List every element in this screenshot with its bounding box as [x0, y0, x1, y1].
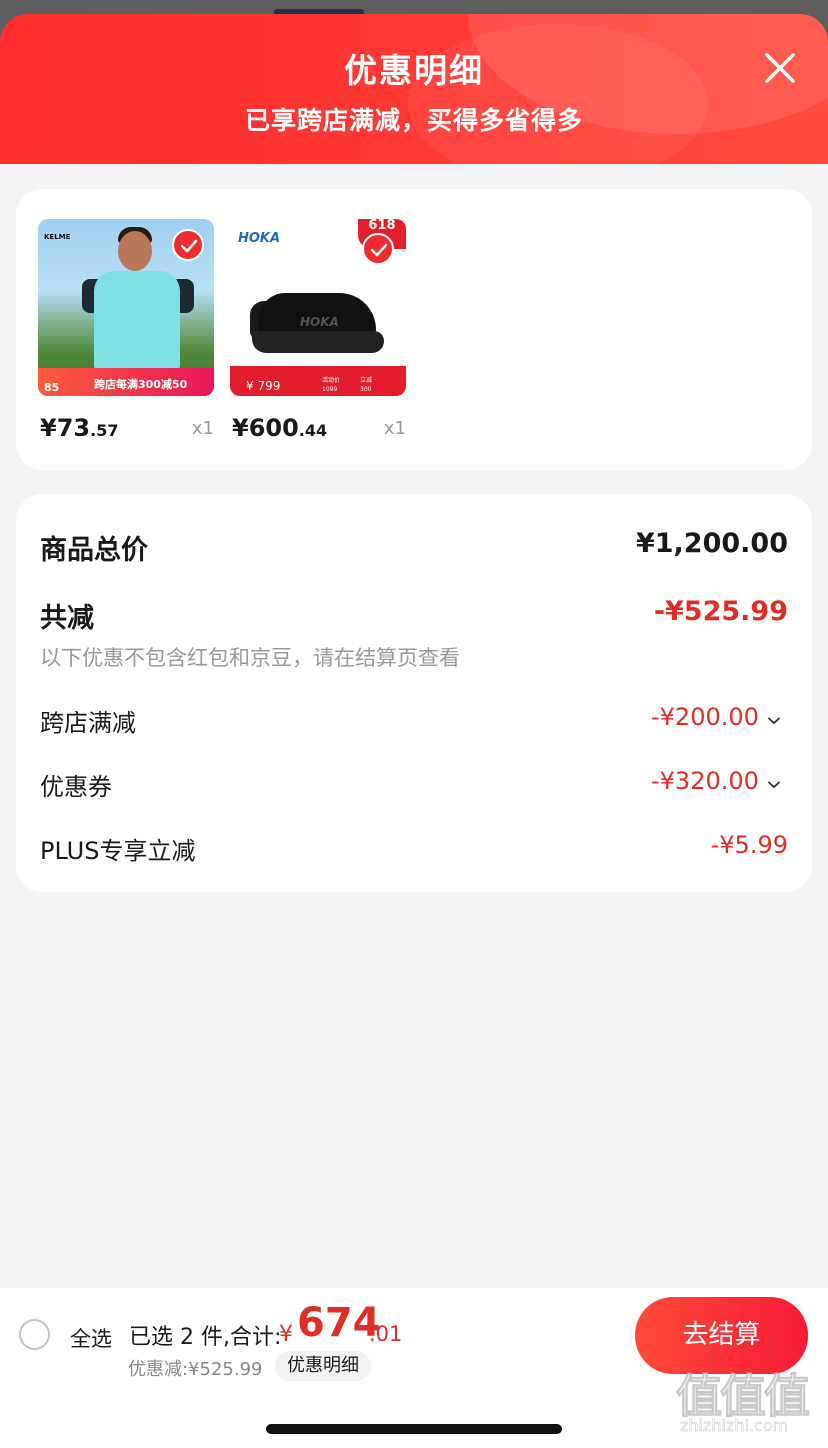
reduction-note: 以下优惠不包含红包和京豆，请在结算页查看 [40, 646, 460, 670]
watermark: 值值值 zhizhizhi.com [676, 1360, 824, 1446]
discount-value: -¥5.99 [710, 831, 788, 859]
promo-mini-value: 300 [360, 386, 372, 393]
product-thumbnail[interactable]: HOKA HOKA ¥ 799 活动价 1099 立减 300 618 [230, 219, 406, 396]
total-currency-symbol: ¥ [279, 1322, 293, 1347]
product-price-row: ¥73.57 x1 [38, 406, 214, 448]
chevron-down-icon[interactable] [768, 781, 780, 789]
promo-mini-label: 立减 [360, 377, 373, 384]
selected-check-icon[interactable] [362, 233, 394, 265]
watermark-url: zhizhizhi.com [680, 1416, 789, 1435]
total-amount-decimal: .01 [369, 1322, 403, 1346]
promo-price: ¥ 799 [246, 379, 281, 393]
total-reduction-value: -¥525.99 [653, 596, 788, 627]
selected-count-text: 已选 2 件,合计: [129, 1325, 282, 1350]
selected-products-card: KELME 85 跨店每满300减50 ¥73.57 x1 HOKA HOKA [16, 189, 812, 470]
discount-value: -¥200.00 [651, 703, 759, 731]
shoe-sole [252, 331, 384, 353]
product-thumbnail[interactable]: KELME 85 跨店每满300减50 [38, 219, 214, 396]
product-price: ¥600.44 [232, 414, 327, 442]
model-head [118, 231, 152, 271]
discount-detail-button[interactable]: 优惠明细 [275, 1351, 371, 1381]
discount-row: PLUS专享立减 -¥5.99 [40, 831, 788, 865]
chevron-down-icon[interactable] [768, 717, 780, 725]
close-icon [765, 53, 795, 83]
close-button[interactable] [760, 48, 800, 88]
total-price-row: 商品总价 ¥1,200.00 [40, 528, 788, 566]
discount-row[interactable]: 跨店满减 -¥200.00 [40, 703, 788, 737]
price-decimal: .44 [298, 421, 328, 440]
discount-value-group[interactable]: -¥200.00 [651, 703, 780, 731]
product-item[interactable]: KELME 85 跨店每满300减50 ¥73.57 x1 [38, 219, 214, 448]
shoe-logo: HOKA [300, 315, 339, 329]
model-shirt [94, 271, 180, 371]
product-quantity: x1 [191, 418, 214, 439]
select-all-radio[interactable] [19, 1319, 50, 1350]
promo-mini-label: 活动价 [322, 377, 341, 384]
product-price: ¥73.57 [40, 414, 118, 442]
product-quantity: x1 [383, 418, 406, 439]
promo-price: 85 [44, 381, 60, 394]
discount-label: PLUS专享立减 [40, 837, 196, 865]
total-price-label: 商品总价 [40, 535, 148, 566]
selected-check-icon[interactable] [172, 229, 204, 261]
product-price-row: ¥600.44 x1 [230, 406, 406, 448]
promo-mini-value: 1099 [322, 386, 338, 393]
select-all-label[interactable]: 全选 [70, 1323, 112, 1353]
price-decimal: .57 [90, 421, 119, 440]
promo-banner-text: 跨店每满300减50 [94, 378, 188, 391]
discount-row[interactable]: 优惠券 -¥320.00 [40, 767, 788, 801]
discount-value-group[interactable]: -¥320.00 [651, 767, 780, 795]
total-price-value: ¥1,200.00 [635, 528, 788, 559]
product-item[interactable]: HOKA HOKA ¥ 799 活动价 1099 立减 300 618 ¥600… [230, 219, 406, 448]
total-reduction-label: 共减 [40, 603, 94, 634]
discount-detail-header: 优惠明细 已享跨店满减，买得多省得多 [0, 14, 828, 164]
price-integer: ¥73 [40, 414, 91, 442]
total-reduction-row: 共减 -¥525.99 [40, 596, 788, 634]
discount-value: -¥320.00 [651, 767, 759, 795]
discount-label: 跨店满减 [40, 709, 136, 737]
brand-logo: HOKA [238, 231, 281, 246]
discount-label: 优惠券 [40, 773, 112, 801]
reduction-note-row: 以下优惠不包含红包和京豆，请在结算页查看 [40, 642, 788, 672]
brand-label: KELME [44, 233, 71, 241]
discount-summary: 优惠减:¥525.99 [128, 1359, 263, 1380]
home-indicator [266, 1424, 562, 1434]
page-subtitle: 已享跨店满减，买得多省得多 [244, 106, 583, 135]
total-amount-integer: 674 [297, 1300, 381, 1346]
page-title: 优惠明细 [344, 51, 484, 90]
price-integer: ¥600 [232, 414, 299, 442]
price-summary-card: 商品总价 ¥1,200.00 共减 -¥525.99 以下优惠不包含红包和京豆，… [16, 494, 812, 892]
